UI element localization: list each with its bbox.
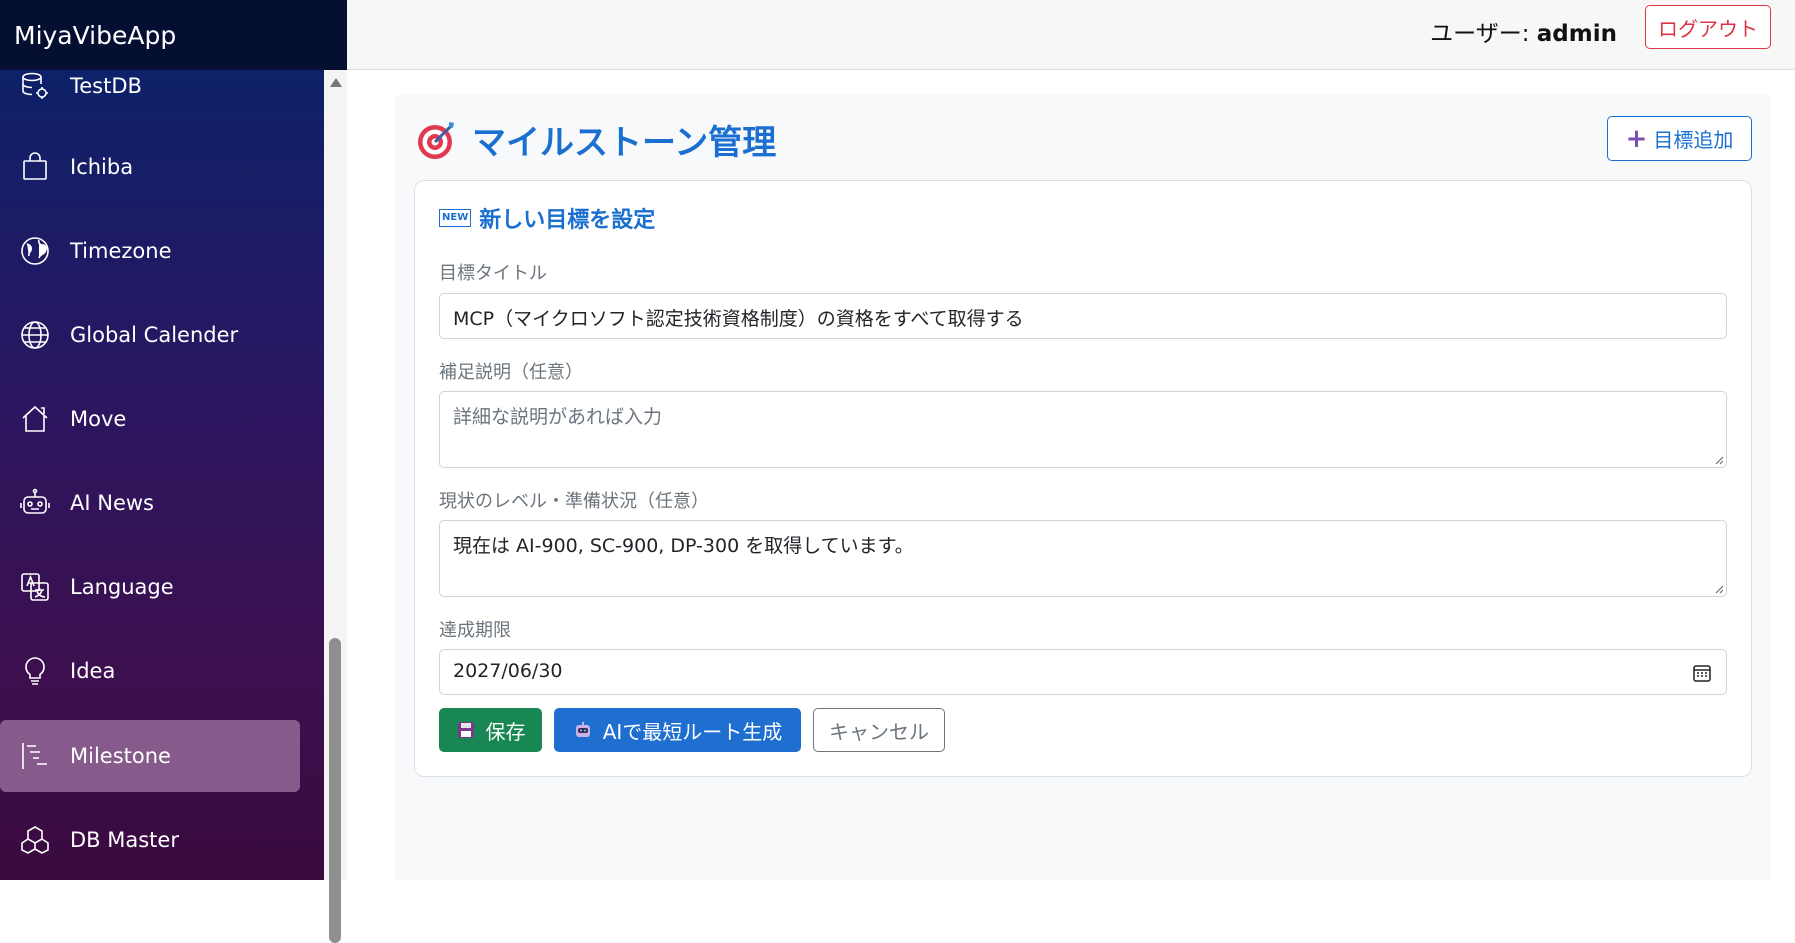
deadline-date-input[interactable]: 2027/06/30 bbox=[439, 649, 1727, 695]
database-gear-icon bbox=[18, 70, 52, 103]
app-brand[interactable]: MiyaVibeApp bbox=[0, 0, 347, 70]
username: admin bbox=[1536, 21, 1617, 47]
boxes-icon bbox=[18, 823, 52, 857]
translate-icon bbox=[18, 570, 52, 604]
add-goal-button[interactable]: + 目標追加 bbox=[1607, 116, 1752, 161]
sidebar-item-idea[interactable]: Idea bbox=[0, 635, 300, 707]
description-placeholder: 詳細な説明があれば入力 bbox=[453, 406, 663, 428]
globe-icon bbox=[18, 318, 52, 352]
deadline-label: 達成期限 bbox=[439, 620, 511, 641]
goal-title-input[interactable]: MCP（マイクロソフト認定技術資格制度）の資格をすべて取得する bbox=[439, 293, 1727, 339]
scrollbar-thumb[interactable] bbox=[329, 638, 341, 943]
sidebar-item-label: Idea bbox=[70, 659, 116, 683]
robot-icon bbox=[575, 722, 590, 737]
sidebar-scrollbar[interactable] bbox=[324, 70, 347, 943]
new-badge-icon: NEW bbox=[439, 209, 472, 227]
sidebar-item-ai-news[interactable]: AI News bbox=[0, 467, 300, 539]
sidebar-item-db-master[interactable]: DB Master bbox=[0, 804, 300, 876]
calendar-icon[interactable] bbox=[1692, 663, 1712, 683]
sidebar: TestDB Ichiba Timezone Global Calender M… bbox=[0, 70, 324, 880]
floppy-disk-icon bbox=[457, 722, 474, 738]
user-info: ユーザー: admin bbox=[1430, 14, 1617, 48]
sidebar-item-language[interactable]: Language bbox=[0, 551, 300, 623]
target-dart-icon bbox=[418, 121, 454, 159]
sidebar-item-label: Timezone bbox=[70, 239, 172, 263]
house-icon bbox=[18, 402, 52, 436]
sidebar-item-milestone[interactable]: Milestone bbox=[0, 720, 300, 792]
user-prefix: ユーザー: bbox=[1430, 21, 1537, 47]
cancel-button[interactable]: キャンセル bbox=[813, 708, 945, 752]
page-title: マイルストーン管理 bbox=[416, 115, 776, 164]
description-textarea[interactable]: 詳細な説明があれば入力 bbox=[439, 391, 1727, 468]
description-label: 補足説明（任意） bbox=[439, 362, 583, 383]
resize-handle-icon[interactable] bbox=[1714, 455, 1724, 465]
sidebar-item-label: DB Master bbox=[70, 828, 179, 852]
sidebar-item-timezone[interactable]: Timezone bbox=[0, 215, 300, 287]
sidebar-item-move[interactable]: Move bbox=[0, 383, 300, 455]
bar-chart-steps-icon bbox=[18, 739, 52, 773]
logout-button[interactable]: ログアウト bbox=[1645, 5, 1771, 49]
top-bar: ユーザー: admin ログアウト bbox=[347, 0, 1795, 70]
lightbulb-icon bbox=[18, 654, 52, 688]
sidebar-item-testdb[interactable]: TestDB bbox=[0, 70, 300, 122]
page-title-text: マイルストーン管理 bbox=[472, 123, 777, 163]
save-label: 保存 bbox=[485, 719, 526, 744]
sidebar-item-label: Language bbox=[70, 575, 174, 599]
goal-title-label: 目標タイトル bbox=[439, 263, 547, 284]
form-title-text: 新しい目標を設定 bbox=[479, 208, 656, 233]
status-label: 現状のレベル・準備状況（任意） bbox=[439, 491, 709, 512]
sidebar-item-label: Move bbox=[70, 407, 127, 431]
ai-route-label: AIで最短ルート生成 bbox=[602, 719, 783, 744]
deadline-value: 2027/06/30 bbox=[453, 660, 563, 682]
sidebar-item-ichiba[interactable]: Ichiba bbox=[0, 131, 300, 203]
status-textarea[interactable]: 現在は AI-900, SC-900, DP-300 を取得しています。 bbox=[439, 520, 1727, 597]
add-goal-label: 目標追加 bbox=[1653, 128, 1734, 152]
sidebar-item-label: AI News bbox=[70, 491, 154, 515]
robot-icon bbox=[18, 486, 52, 520]
sidebar-item-label: TestDB bbox=[70, 74, 142, 98]
scroll-up-arrow-icon[interactable] bbox=[330, 78, 342, 87]
sidebar-item-label: Ichiba bbox=[70, 155, 134, 179]
sidebar-item-label: Global Calender bbox=[70, 323, 239, 347]
sidebar-item-global-calender[interactable]: Global Calender bbox=[0, 299, 300, 371]
globe-americas-icon bbox=[18, 234, 52, 268]
status-value: 現在は AI-900, SC-900, DP-300 を取得しています。 bbox=[453, 535, 914, 557]
ai-route-button[interactable]: AIで最短ルート生成 bbox=[554, 708, 801, 752]
save-button[interactable]: 保存 bbox=[439, 708, 542, 752]
resize-handle-icon[interactable] bbox=[1714, 584, 1724, 594]
plus-icon: + bbox=[1625, 123, 1648, 154]
shopping-bag-icon bbox=[18, 150, 52, 184]
sidebar-item-label: Milestone bbox=[70, 744, 171, 768]
form-title: NEW 新しい目標を設定 bbox=[439, 202, 655, 234]
